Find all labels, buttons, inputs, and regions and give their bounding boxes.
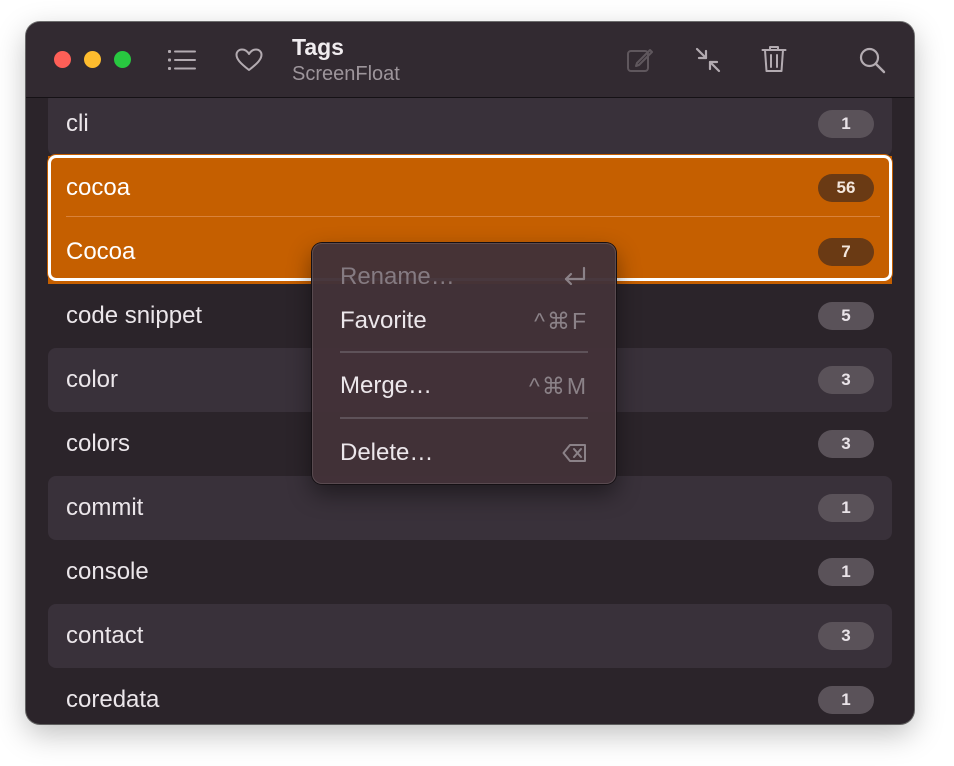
title-bar: Tags ScreenFloat	[26, 22, 914, 98]
tag-name: contact	[66, 622, 144, 649]
tag-count-badge: 3	[818, 622, 874, 650]
delete-backward-icon	[562, 443, 588, 463]
tag-count-badge: 1	[818, 110, 874, 138]
menu-item-shortcut: ^⌘M	[529, 372, 588, 399]
menu-separator	[340, 417, 588, 419]
tag-name: console	[66, 558, 149, 585]
search-icon[interactable]	[856, 44, 888, 76]
trash-icon[interactable]	[758, 42, 790, 76]
menu-item-favorite[interactable]: Favorite ^⌘F	[312, 301, 616, 341]
tag-row-cocoa[interactable]: cocoa 56	[48, 156, 892, 220]
selection-divider	[66, 216, 880, 217]
tag-name: cli	[66, 110, 89, 137]
list-icon[interactable]	[166, 46, 198, 74]
collapse-icon[interactable]	[692, 44, 724, 76]
tag-row-coredata[interactable]: coredata 1	[48, 668, 892, 724]
menu-item-shortcut: ^⌘F	[534, 307, 588, 334]
menu-item-label: Delete…	[340, 439, 434, 466]
tag-name: commit	[66, 494, 144, 521]
tag-count-badge: 1	[818, 494, 874, 522]
menu-item-merge[interactable]: Merge… ^⌘M	[312, 366, 616, 406]
tag-name: cocoa	[66, 174, 131, 201]
tag-count-badge: 3	[818, 430, 874, 458]
window-title: Tags	[292, 34, 344, 60]
tag-count-badge: 7	[818, 238, 874, 266]
tag-row-contact[interactable]: contact 3	[48, 604, 892, 668]
context-menu: Rename… Favorite ^⌘F Merge… ^⌘M Delete…	[312, 243, 616, 484]
tag-row-console[interactable]: console 1	[48, 540, 892, 604]
tag-count-badge: 1	[818, 686, 874, 714]
tag-count-badge: 1	[818, 558, 874, 586]
return-icon	[562, 266, 588, 288]
close-window-button[interactable]	[54, 51, 71, 68]
tag-row-commit[interactable]: commit 1	[48, 476, 892, 540]
menu-separator	[340, 351, 588, 353]
zoom-window-button[interactable]	[114, 51, 131, 68]
menu-item-label: Rename…	[340, 263, 455, 290]
tag-count-badge: 5	[818, 302, 874, 330]
menu-item-rename[interactable]: Rename…	[312, 257, 616, 297]
heart-icon[interactable]	[232, 46, 266, 74]
tag-count-badge: 56	[818, 174, 874, 202]
menu-item-delete[interactable]: Delete…	[312, 433, 616, 473]
window-subtitle: ScreenFloat	[292, 63, 400, 85]
tag-row-cli[interactable]: cli 1	[48, 92, 892, 156]
title-block: Tags ScreenFloat	[292, 33, 400, 87]
menu-item-label: Favorite	[340, 307, 427, 334]
edit-icon[interactable]	[624, 44, 656, 76]
tag-count-badge: 3	[818, 366, 874, 394]
tag-name: coredata	[66, 686, 160, 713]
menu-item-label: Merge…	[340, 372, 433, 399]
minimize-window-button[interactable]	[84, 51, 101, 68]
